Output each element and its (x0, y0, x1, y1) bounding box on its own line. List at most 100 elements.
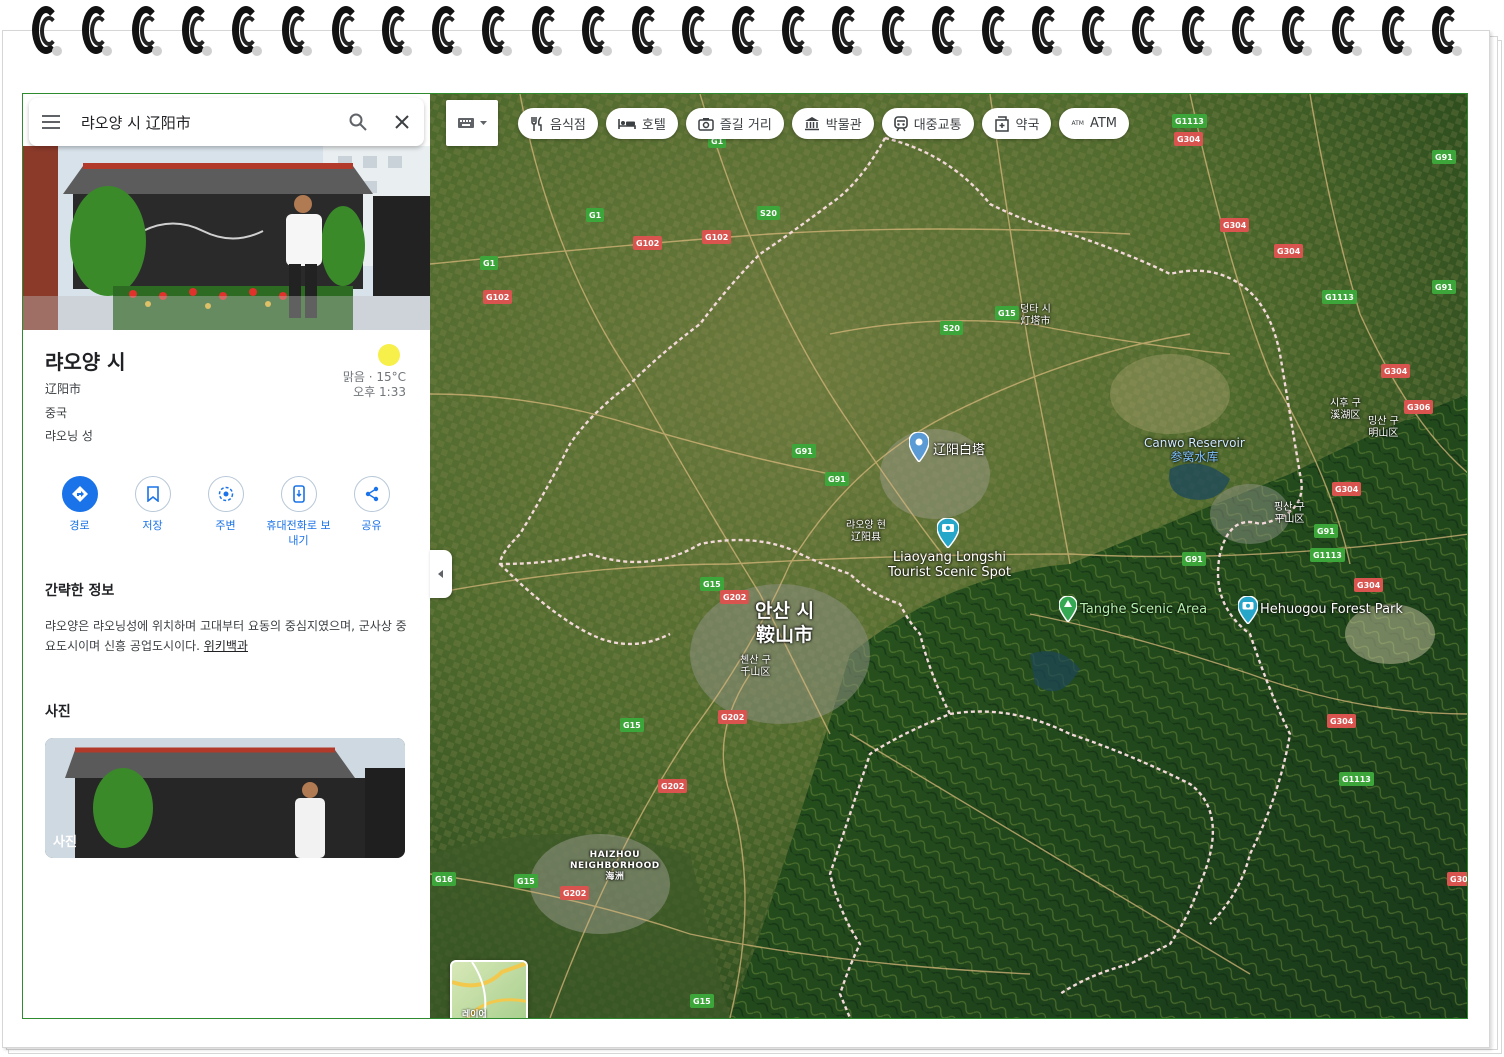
chip-label: 음식점 (550, 118, 586, 133)
road-shield: G91 (1432, 150, 1456, 164)
hamburger-menu-icon (42, 115, 60, 129)
action-nearby-button[interactable]: 주변 (189, 476, 262, 548)
tanghe-pin[interactable] (1058, 595, 1078, 626)
qianshan-ko: 쳰산 구 (740, 655, 771, 666)
spiral-ring (80, 2, 114, 60)
nearby-icon (207, 476, 244, 512)
action-label: 공유 (361, 519, 382, 532)
map-label-pingshan[interactable]: 핑산 구 平山区 (1274, 502, 1305, 526)
chip-restaurant[interactable]: 음식점 (518, 108, 598, 139)
map-label-liaoyang-county[interactable]: 랴오양 현 辽阳县 (846, 520, 886, 544)
chip-label: 박물관 (825, 118, 862, 133)
sun-icon (378, 344, 400, 366)
collapse-panel-button[interactable] (430, 550, 452, 598)
spiral-ring (380, 2, 414, 60)
map-label-qianshan[interactable]: 쳰산 구 千山区 (740, 655, 771, 679)
action-share-button[interactable]: 공유 (335, 476, 408, 548)
action-bookmark-button[interactable]: 저장 (116, 476, 189, 548)
chip-hotel[interactable]: 호텔 (605, 108, 678, 139)
haizhou-line-2: NEIGHBORHOOD (570, 861, 660, 871)
map-label-haizhou[interactable]: HAIZHOU NEIGHBORHOOD 海洲 (570, 850, 660, 883)
directions-icon (61, 476, 98, 512)
chip-label: 대중교통 (913, 118, 962, 133)
chip-transit[interactable]: 대중교통 (881, 108, 974, 139)
weather-time: 오후 1:33 (353, 385, 406, 399)
chip-label: 호텔 (641, 118, 666, 133)
weather-condition: 맑음 · 15°C (342, 370, 406, 384)
spiral-ring (1080, 2, 1114, 60)
menu-button[interactable] (29, 98, 73, 146)
map-label-hehuogou[interactable]: Hehuogou Forest Park (1260, 602, 1403, 617)
road-shield: G91 (792, 444, 816, 458)
map-label-canwo[interactable]: Canwo Reservoir 参窝水库 (1144, 436, 1245, 464)
museum-icon (804, 116, 820, 131)
photos-caption: 사진 (53, 835, 77, 850)
spiral-ring (880, 2, 914, 60)
spiral-ring (1280, 2, 1314, 60)
map-label-mingshan[interactable]: 밍산 구 明山区 (1368, 416, 1399, 440)
road-shield: S20 (757, 206, 780, 220)
about-heading: 간략한 정보 (45, 583, 115, 599)
map-label-anshan[interactable]: 안산 시 鞍山市 (755, 599, 814, 647)
photos-thumbnail[interactable]: 사진 (45, 738, 405, 858)
road-shield: G102 (702, 230, 732, 244)
road-shield: G15 (995, 306, 1019, 320)
haizhou-line-1: HAIZHOU (589, 850, 641, 860)
search-box (29, 98, 424, 146)
baita-pin[interactable] (908, 431, 930, 466)
road-shield: G102 (633, 236, 663, 250)
photos-thumbnail-image (45, 738, 405, 858)
action-phone-send-button[interactable]: 휴대전화로 보내기 (262, 476, 335, 548)
camera-pin-icon (936, 517, 960, 550)
longshi-pin[interactable] (936, 517, 960, 552)
search-button[interactable] (336, 98, 380, 146)
place-panel: 랴오양 시 辽阳市 중국 랴오닝 성 맑음 · 15°C 오후 1:33 경로 저… (23, 94, 430, 1018)
road-shield: G102 (483, 290, 513, 304)
road-shield: G91 (825, 472, 849, 486)
spiral-ring (30, 2, 64, 60)
search-input[interactable] (73, 113, 336, 131)
map-label-baita[interactable]: 辽阳白塔 (933, 439, 985, 458)
notebook-page: G1 G1 S20 G102 G102 G1 G102 G15 S20 G91 G91 G15 G202… (0, 0, 1504, 1057)
about-description: 랴오양은 랴오닝성에 위치하며 고대부터 요동의 중심지였으며, 군사상 중요도… (45, 616, 407, 656)
spiral-ring (930, 2, 964, 60)
spiral-ring (980, 2, 1014, 60)
xihu-ko: 시후 구 (1330, 398, 1361, 409)
spiral-ring (830, 2, 864, 60)
place-country: 중국 (45, 406, 68, 420)
place-hero-photo[interactable] (23, 146, 430, 330)
action-label: 저장 (142, 519, 163, 532)
road-shield: G202 (658, 779, 688, 793)
park-pin-icon (1058, 595, 1078, 624)
satellite-map[interactable]: G1 G1 S20 G102 G102 G1 G102 G15 S20 G91 G91 G15 G202… (430, 94, 1467, 1018)
map-label-dengta[interactable]: 덩타 시 灯塔市 (1020, 304, 1051, 328)
spiral-ring (480, 2, 514, 60)
layers-toggle[interactable]: 레이어 (450, 960, 528, 1018)
chip-pharmacy[interactable]: 약국 (981, 108, 1052, 139)
spiral-ring (1330, 2, 1364, 60)
map-label-xihu[interactable]: 시후 구 溪湖区 (1330, 398, 1361, 422)
chip-atm[interactable]: ATM ATM (1059, 108, 1129, 139)
camera-icon (698, 117, 714, 131)
input-tools-button[interactable] (446, 100, 498, 146)
place-native-name: 辽阳市 (45, 382, 82, 396)
dengta-cn: 灯塔市 (1020, 316, 1051, 327)
action-directions-button[interactable]: 경로 (43, 476, 116, 548)
liaoyang-county-cn: 辽阳县 (850, 532, 881, 543)
map-label-longshi[interactable]: Liaoyang Longshi Tourist Scenic Spot (888, 550, 1011, 580)
camera-pin-icon (1237, 595, 1259, 626)
road-shield: G1113 (1310, 548, 1345, 562)
road-shield: G1 (586, 208, 605, 222)
clear-search-button[interactable] (380, 98, 424, 146)
hehuogou-pin[interactable] (1237, 595, 1259, 628)
wikipedia-link[interactable]: 위키백과 (204, 639, 248, 653)
dengta-ko: 덩타 시 (1020, 304, 1051, 315)
spiral-ring (780, 2, 814, 60)
map-label-tanghe[interactable]: Tanghe Scenic Area (1080, 602, 1207, 617)
chip-camera[interactable]: 즐길 거리 (685, 108, 784, 139)
chip-museum[interactable]: 박물관 (791, 108, 874, 139)
road-shield: G202 (720, 590, 750, 604)
hotel-icon (618, 118, 636, 130)
spiral-ring (280, 2, 314, 60)
chip-label: 약국 (1015, 118, 1040, 133)
